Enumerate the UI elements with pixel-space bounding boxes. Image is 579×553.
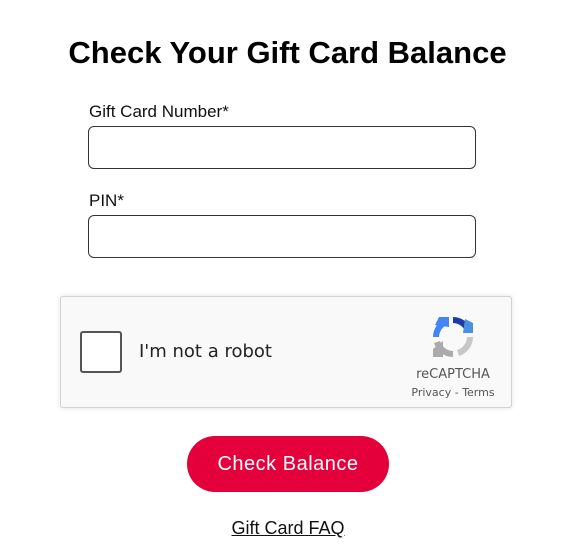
recaptcha-logo-icon [433, 317, 473, 357]
recaptcha-link-separator: - [451, 386, 463, 399]
recaptcha-checkbox-label: I'm not a robot [139, 341, 272, 362]
page-title: Check Your Gift Card Balance [68, 35, 507, 70]
recaptcha-links: Privacy - Terms [391, 386, 515, 400]
recaptcha-brand: reCAPTCHA [416, 367, 490, 382]
card-number-label: Gift Card Number* [89, 102, 229, 121]
recaptcha-widget: I'm not a robot reCAPTCHA Privacy - Term… [60, 296, 512, 408]
check-balance-button[interactable]: Check Balance [187, 436, 389, 492]
card-number-input[interactable] [88, 126, 476, 169]
recaptcha-checkbox[interactable] [80, 331, 122, 373]
gift-card-faq-link[interactable]: Gift Card FAQ [231, 518, 344, 538]
pin-label: PIN* [89, 191, 124, 210]
recaptcha-terms-link[interactable]: Terms [462, 386, 494, 399]
gift-card-balance-page: Check Your Gift Card Balance Gift Card N… [0, 0, 579, 553]
faq-link-container: Gift Card FAQ [0, 517, 576, 539]
recaptcha-privacy-link[interactable]: Privacy [411, 386, 451, 399]
pin-input[interactable] [88, 215, 476, 258]
